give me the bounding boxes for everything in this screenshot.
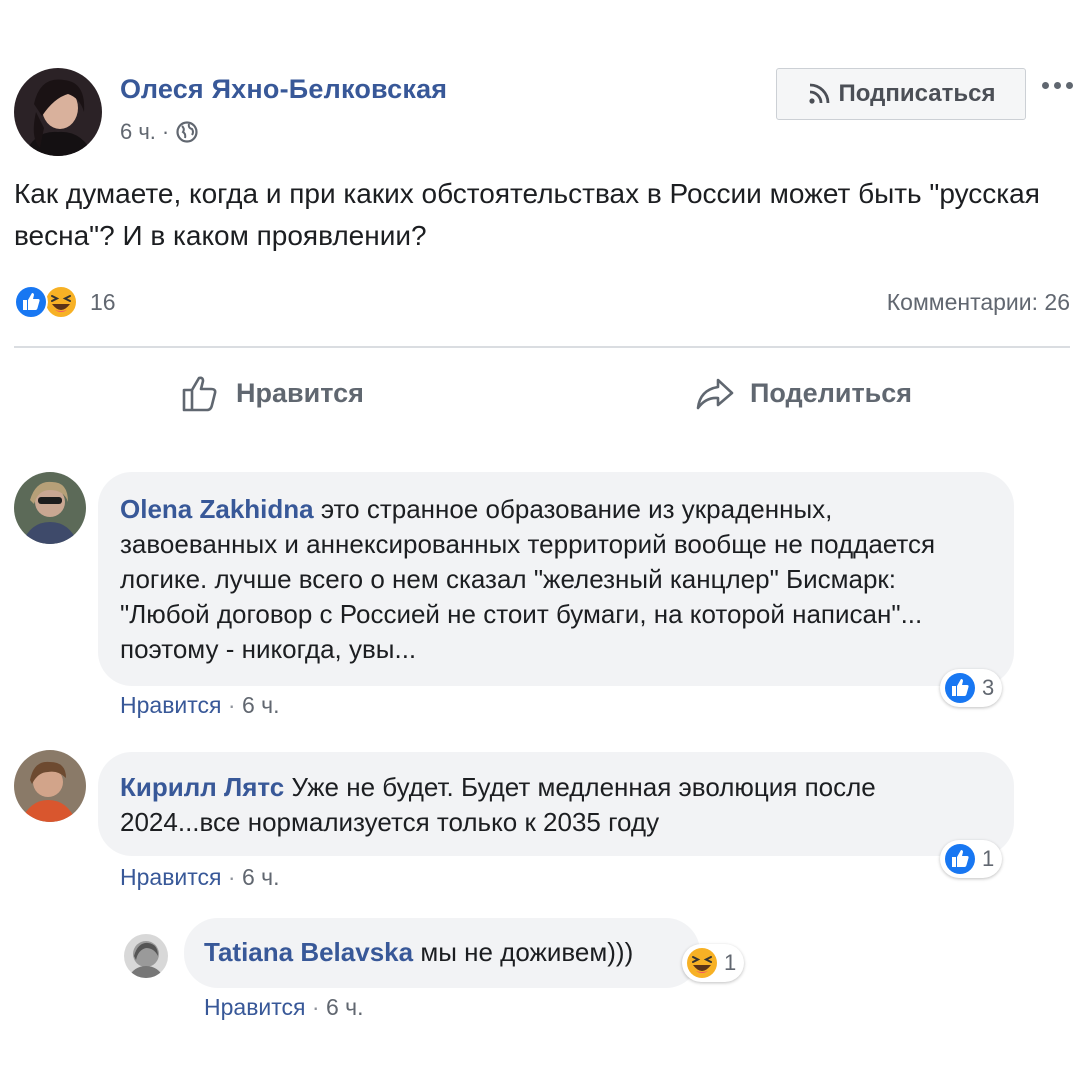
- post-text: Как думаете, когда и при каких обстоятел…: [14, 178, 1040, 251]
- comment-avatar[interactable]: [14, 472, 86, 544]
- comment-meta: Нравится · 6 ч.: [120, 864, 280, 890]
- subscribe-label: Подписаться: [838, 80, 996, 107]
- subscribe-button[interactable]: Подписаться: [776, 68, 1026, 120]
- more-dots-icon[interactable]: [1042, 82, 1073, 89]
- post-reactions[interactable]: 16: [14, 285, 116, 319]
- reply-like-link[interactable]: Нравится: [204, 994, 306, 1020]
- meta-separator: ·: [161, 119, 170, 144]
- comment-meta: Нравится · 6 ч.: [120, 692, 280, 718]
- comment-time[interactable]: 6 ч.: [242, 692, 280, 718]
- thumbs-up-icon: [945, 673, 975, 703]
- reply-bubble: Tatiana Belavska мы не доживем))): [184, 918, 700, 988]
- avatar-photo: [14, 750, 86, 822]
- comment-reaction-count[interactable]: 3: [940, 669, 1003, 707]
- reply-reaction-count[interactable]: 1: [682, 944, 745, 982]
- divider: [14, 346, 1070, 348]
- reaction-count: 1: [724, 950, 737, 975]
- comment-like-link[interactable]: Нравится: [120, 864, 222, 890]
- avatar-photo: [14, 472, 86, 544]
- share-button[interactable]: Поделиться: [694, 372, 912, 414]
- comment-reaction-count[interactable]: 1: [940, 840, 1003, 878]
- comment-like-link[interactable]: Нравится: [120, 692, 222, 718]
- comment-author[interactable]: Olena Zakhidna: [120, 494, 314, 524]
- reply-avatar[interactable]: [124, 934, 168, 978]
- comment-avatar[interactable]: [14, 750, 86, 822]
- laughing-face-icon: [687, 948, 717, 978]
- avatar-photo: [14, 68, 102, 156]
- avatar-photo: [124, 934, 168, 978]
- comment-author[interactable]: Кирилл Лятс: [120, 772, 284, 802]
- reply-text: мы не доживем))): [420, 937, 634, 967]
- laughing-face-icon: [44, 285, 78, 319]
- comments-count-link[interactable]: Комментарии: 26: [887, 289, 1070, 316]
- reaction-count: 3: [982, 675, 995, 700]
- rss-icon: [808, 83, 829, 104]
- reply-meta: Нравится · 6 ч.: [204, 994, 364, 1020]
- share-label: Поделиться: [750, 377, 913, 408]
- post-meta: 6 ч. ·: [120, 119, 199, 145]
- post-author-avatar[interactable]: [14, 68, 102, 156]
- comment-bubble: Кирилл Лятс Уже не будет. Будет медленна…: [98, 752, 1014, 856]
- reaction-count: 1: [982, 846, 995, 871]
- thumbs-up-icon: [14, 285, 48, 319]
- share-arrow-icon: [696, 378, 734, 410]
- reactions-count: 16: [90, 288, 116, 315]
- reply-author[interactable]: Tatiana Belavska: [204, 937, 413, 967]
- post-author-name[interactable]: Олеся Яхно-Белковская: [120, 74, 447, 105]
- like-button[interactable]: Нравится: [180, 372, 364, 414]
- comment-bubble: Olena Zakhidna это странное образование …: [98, 472, 1014, 686]
- post-time[interactable]: 6 ч.: [120, 119, 156, 145]
- thumbs-up-outline-icon: [182, 376, 217, 412]
- thumbs-up-icon: [945, 844, 975, 874]
- like-label: Нравится: [236, 377, 364, 408]
- comment-time[interactable]: 6 ч.: [242, 864, 280, 890]
- globe-icon: [176, 121, 198, 143]
- reply-time[interactable]: 6 ч.: [326, 994, 364, 1020]
